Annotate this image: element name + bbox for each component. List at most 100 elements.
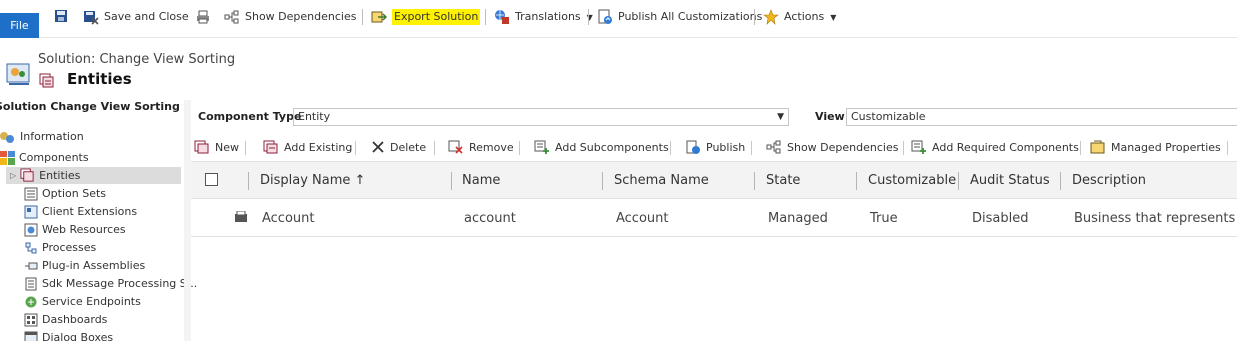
cell-name: account [464,211,516,226]
nav-item-label: Sdk Message Processing S... [42,277,198,290]
component-type-select[interactable]: Entity ▼ [293,108,789,126]
add-subcomponents-button[interactable]: Add Subcomponents [534,139,669,155]
new-button[interactable]: New [194,139,239,155]
chevron-down-icon: ▼ [777,112,784,122]
nav-item-entities[interactable]: ▷ Entities [6,167,181,184]
save-and-close-button[interactable]: Save and Close [83,8,189,26]
left-navigation: Information Components ▷ Entities Option… [0,126,197,341]
toolbar-divider [355,141,356,155]
nav-item-client-extensions[interactable]: Client Extensions [24,203,137,220]
nav-item-label: Client Extensions [42,205,138,218]
column-divider[interactable] [451,172,452,190]
nav-splitter[interactable] [184,100,191,341]
service-endpoints-icon [25,296,37,307]
sdk-message-icon [25,277,37,290]
toolbar-divider [245,141,246,155]
column-header-display-name[interactable]: Display Name ↑ [260,173,365,188]
nav-item-label: Web Resources [42,223,126,236]
publish-label: Publish [706,140,746,154]
column-header-audit-status[interactable]: Audit Status [970,173,1050,188]
add-existing-label: Add Existing [284,140,353,154]
toolbar-divider [1080,141,1081,155]
cell-schema-name: Account [616,211,669,226]
column-header-state[interactable]: State [766,173,800,188]
save-close-icon [84,11,99,25]
nav-item-option-sets[interactable]: Option Sets [24,185,106,202]
column-header-description[interactable]: Description [1072,173,1146,188]
managed-properties-icon [1090,140,1105,154]
nav-information-label: Information [20,130,84,143]
view-value: Customizable [851,110,926,123]
delete-label: Delete [390,140,427,154]
add-subcomponents-icon [534,140,549,154]
nav-item-service-endpoints[interactable]: Service Endpoints [24,293,141,310]
view-label: View [815,110,845,123]
cell-customizable: True [870,211,898,226]
remove-button[interactable]: Remove [448,139,514,155]
add-required-components-button[interactable]: Add Required Components [911,139,1079,155]
toolbar-divider [751,141,752,155]
information-icon [0,131,14,143]
dialog-boxes-icon [24,331,38,341]
nav-information[interactable]: Information [0,128,84,145]
component-type-label: Component Type [198,110,302,123]
column-divider[interactable] [1060,172,1061,190]
translations-button[interactable]: Translations ▼ [494,8,593,26]
actions-icon [763,9,779,25]
file-button[interactable]: File [0,13,39,38]
column-divider[interactable] [248,172,249,190]
grid-toolbar: New Add Existing Delete Remove Add Subco… [191,136,1237,158]
processes-icon [25,242,37,253]
nav-item-label: Dialog Boxes [42,331,114,341]
add-existing-button[interactable]: Add Existing [263,139,352,155]
toolbar-divider [485,9,486,25]
dashboards-icon [24,313,38,326]
table-row[interactable]: Account account Account Managed True Dis… [191,200,1237,237]
expand-arrow-icon[interactable]: ▷ [10,171,16,180]
nav-item-plugin-assemblies[interactable]: Plug-in Assemblies [24,257,145,274]
show-dependencies-label: Show Dependencies [787,140,899,154]
grid-header: Display Name ↑ Name Schema Name State Cu… [191,161,1237,199]
publish-all-icon [598,9,612,24]
cell-display-name[interactable]: Account [262,211,315,226]
delete-button[interactable]: Delete [371,139,426,155]
component-type-value: Entity [298,110,331,123]
column-divider[interactable] [856,172,857,190]
column-header-schema-name[interactable]: Schema Name [614,173,709,188]
print-icon[interactable] [196,10,210,24]
nav-item-dialog-boxes[interactable]: Dialog Boxes [24,329,113,341]
column-divider[interactable] [754,172,755,190]
add-subcomponents-label: Add Subcomponents [555,140,669,154]
column-divider[interactable] [958,172,959,190]
nav-components[interactable]: Components [0,149,89,166]
export-solution-button[interactable]: Export Solution [371,8,481,26]
chevron-down-icon: ▼ [830,12,837,22]
nav-item-processes[interactable]: Processes [24,239,96,256]
client-extensions-icon [24,205,38,218]
remove-label: Remove [469,140,514,154]
dependencies-icon [766,140,781,154]
add-existing-icon [263,140,278,154]
nav-item-sdk-message-processing[interactable]: Sdk Message Processing S... [24,275,197,292]
actions-label: Actions [784,10,825,23]
publish-button[interactable]: Publish [685,139,745,155]
remove-icon [448,140,463,154]
nav-item-web-resources[interactable]: Web Resources [24,221,126,238]
view-select[interactable]: Customizable [846,108,1237,126]
nav-item-label: Service Endpoints [42,295,141,308]
nav-item-dashboards[interactable]: Dashboards [24,311,107,328]
save-icon[interactable] [54,9,68,23]
components-icon [0,150,15,165]
column-divider[interactable] [602,172,603,190]
column-header-customizable[interactable]: Customizable [868,173,956,188]
toolbar-divider [1227,141,1228,155]
show-dependencies-button[interactable]: Show Dependencies [766,139,898,155]
actions-button[interactable]: Actions ▼ [763,8,836,26]
column-header-name[interactable]: Name [462,173,500,188]
publish-all-button[interactable]: Publish All Customizations [597,8,762,26]
managed-properties-button[interactable]: Managed Properties [1090,139,1221,155]
show-dependencies-button[interactable]: Show Dependencies [224,8,356,26]
select-all-checkbox[interactable] [205,173,218,186]
option-sets-icon [24,187,38,200]
toolbar-divider [362,9,363,25]
